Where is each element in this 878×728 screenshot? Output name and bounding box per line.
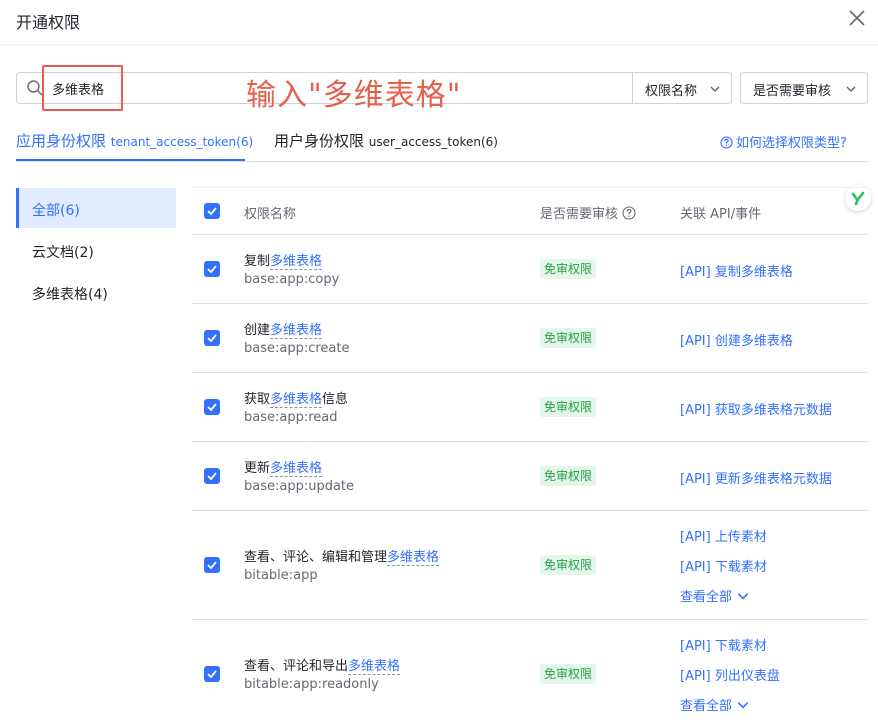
permission-highlight: 多维表格 (270, 392, 323, 408)
permission-prefix: 查看、评论、编辑和管理 (244, 550, 388, 565)
permission-code: base:app:update (244, 479, 355, 494)
help-link-label: 如何选择权限类型? (736, 136, 847, 151)
assistant-logo[interactable] (845, 185, 871, 211)
row-checkbox[interactable] (204, 468, 220, 484)
permission-code: bitable:app:readonly (244, 677, 379, 692)
status-badge: 免审权限 (540, 555, 597, 575)
api-link[interactable]: [API] 获取多维表格元数据 (680, 399, 832, 418)
sidebar-item-docs[interactable]: 云文档(2) (16, 230, 176, 270)
status-badge: 免审权限 (540, 397, 597, 417)
permission-code: base:app:copy (244, 272, 340, 287)
review-filter-label: 是否需要审核 (753, 84, 832, 99)
row-checkbox[interactable] (204, 330, 220, 346)
annotation-text: 输入"多维表格" (246, 78, 462, 113)
permission-highlight: 多维表格 (270, 461, 323, 477)
permission-name-filter-label: 权限名称 (645, 84, 698, 99)
dialog-title: 开通权限 (16, 13, 81, 32)
permission-name: 查看、评论、编辑和管理多维表格 (244, 546, 440, 566)
status-badge: 免审权限 (540, 259, 597, 279)
table-top-border (192, 187, 868, 188)
row-divider (192, 372, 868, 373)
permission-code: base:app:create (244, 341, 350, 356)
review-filter[interactable]: 是否需要审核 (740, 72, 868, 104)
header-permission-name: 权限名称 (244, 207, 297, 222)
permission-highlight: 多维表格 (348, 659, 401, 675)
api-link[interactable]: [API] 创建多维表格 (680, 330, 793, 349)
permission-code: bitable:app (244, 568, 318, 583)
permission-prefix: 更新 (244, 461, 271, 476)
tab-tenant-label: 应用身份权限 (16, 132, 107, 150)
permission-prefix: 获取 (244, 392, 271, 407)
permission-highlight: 多维表格 (270, 323, 323, 339)
chevron-down-icon (846, 86, 856, 92)
select-all-checkbox[interactable] (204, 203, 220, 219)
permission-highlight: 多维表格 (270, 254, 323, 270)
tab-user-label: 用户身份权限 (274, 132, 365, 150)
tab-tenant-sub: tenant_access_token(6) (110, 135, 254, 149)
permission-prefix: 查看、评论和导出 (244, 659, 349, 674)
permission-highlight: 多维表格 (387, 550, 440, 566)
tab-tenant-access[interactable]: 应用身份权限 tenant_access_token(6) (16, 130, 253, 151)
close-icon[interactable] (846, 7, 868, 29)
checkmark-logo-icon (851, 191, 865, 206)
tab-user-sub: user_access_token(6) (368, 135, 498, 149)
permission-suffix: 信息 (322, 392, 349, 407)
chevron-down-icon (710, 86, 720, 92)
status-badge: 免审权限 (540, 664, 597, 684)
api-link[interactable]: [API] 更新多维表格元数据 (680, 468, 832, 487)
permission-prefix: 复制 (244, 254, 271, 269)
tab-user-access[interactable]: 用户身份权限 user_access_token(6) (274, 130, 498, 151)
row-checkbox[interactable] (204, 399, 220, 415)
permission-code: base:app:read (244, 410, 338, 425)
permission-name: 获取多维表格信息 (244, 388, 349, 408)
row-divider (192, 234, 868, 235)
chevron-down-icon (737, 702, 749, 709)
permission-name: 复制多维表格 (244, 250, 323, 270)
permission-name-filter[interactable]: 权限名称 (632, 72, 732, 104)
tabs-divider (16, 161, 868, 162)
row-divider (192, 510, 868, 511)
status-badge: 免审权限 (540, 328, 597, 348)
permission-name: 查看、评论和导出多维表格 (244, 655, 401, 675)
api-link[interactable]: [API] 下载素材 (680, 556, 767, 575)
header-review: 是否需要审核 (540, 203, 636, 222)
chevron-down-icon (737, 593, 749, 600)
status-badge: 免审权限 (540, 466, 597, 486)
header-review-label: 是否需要审核 (540, 207, 619, 222)
api-link[interactable]: [API] 复制多维表格 (680, 261, 793, 280)
question-icon[interactable] (622, 206, 636, 220)
view-all-link[interactable]: 查看全部 (680, 586, 750, 605)
help-link[interactable]: 如何选择权限类型? (720, 132, 847, 151)
view-all-link[interactable]: 查看全部 (680, 695, 750, 714)
question-icon (720, 136, 733, 149)
api-link[interactable]: [API] 列出仪表盘 (680, 665, 780, 684)
row-checkbox[interactable] (204, 666, 220, 682)
view-all-label: 查看全部 (680, 699, 733, 714)
row-checkbox[interactable] (204, 261, 220, 277)
header-related-api: 关联 API/事件 (680, 207, 762, 222)
annotation-highlight-box (42, 65, 123, 111)
row-divider (192, 619, 868, 620)
row-checkbox[interactable] (204, 557, 220, 573)
permission-prefix: 创建 (244, 323, 271, 338)
permission-name: 创建多维表格 (244, 319, 323, 339)
view-all-label: 查看全部 (680, 590, 733, 605)
permission-name: 更新多维表格 (244, 457, 323, 477)
sidebar-item-all[interactable]: 全部(6) (16, 188, 176, 228)
api-link[interactable]: [API] 下载素材 (680, 635, 767, 654)
row-divider (192, 303, 868, 304)
sidebar-item-bitable[interactable]: 多维表格(4) (16, 272, 176, 312)
api-link[interactable]: [API] 上传素材 (680, 526, 767, 545)
header-divider (0, 44, 878, 45)
row-divider (192, 441, 868, 442)
